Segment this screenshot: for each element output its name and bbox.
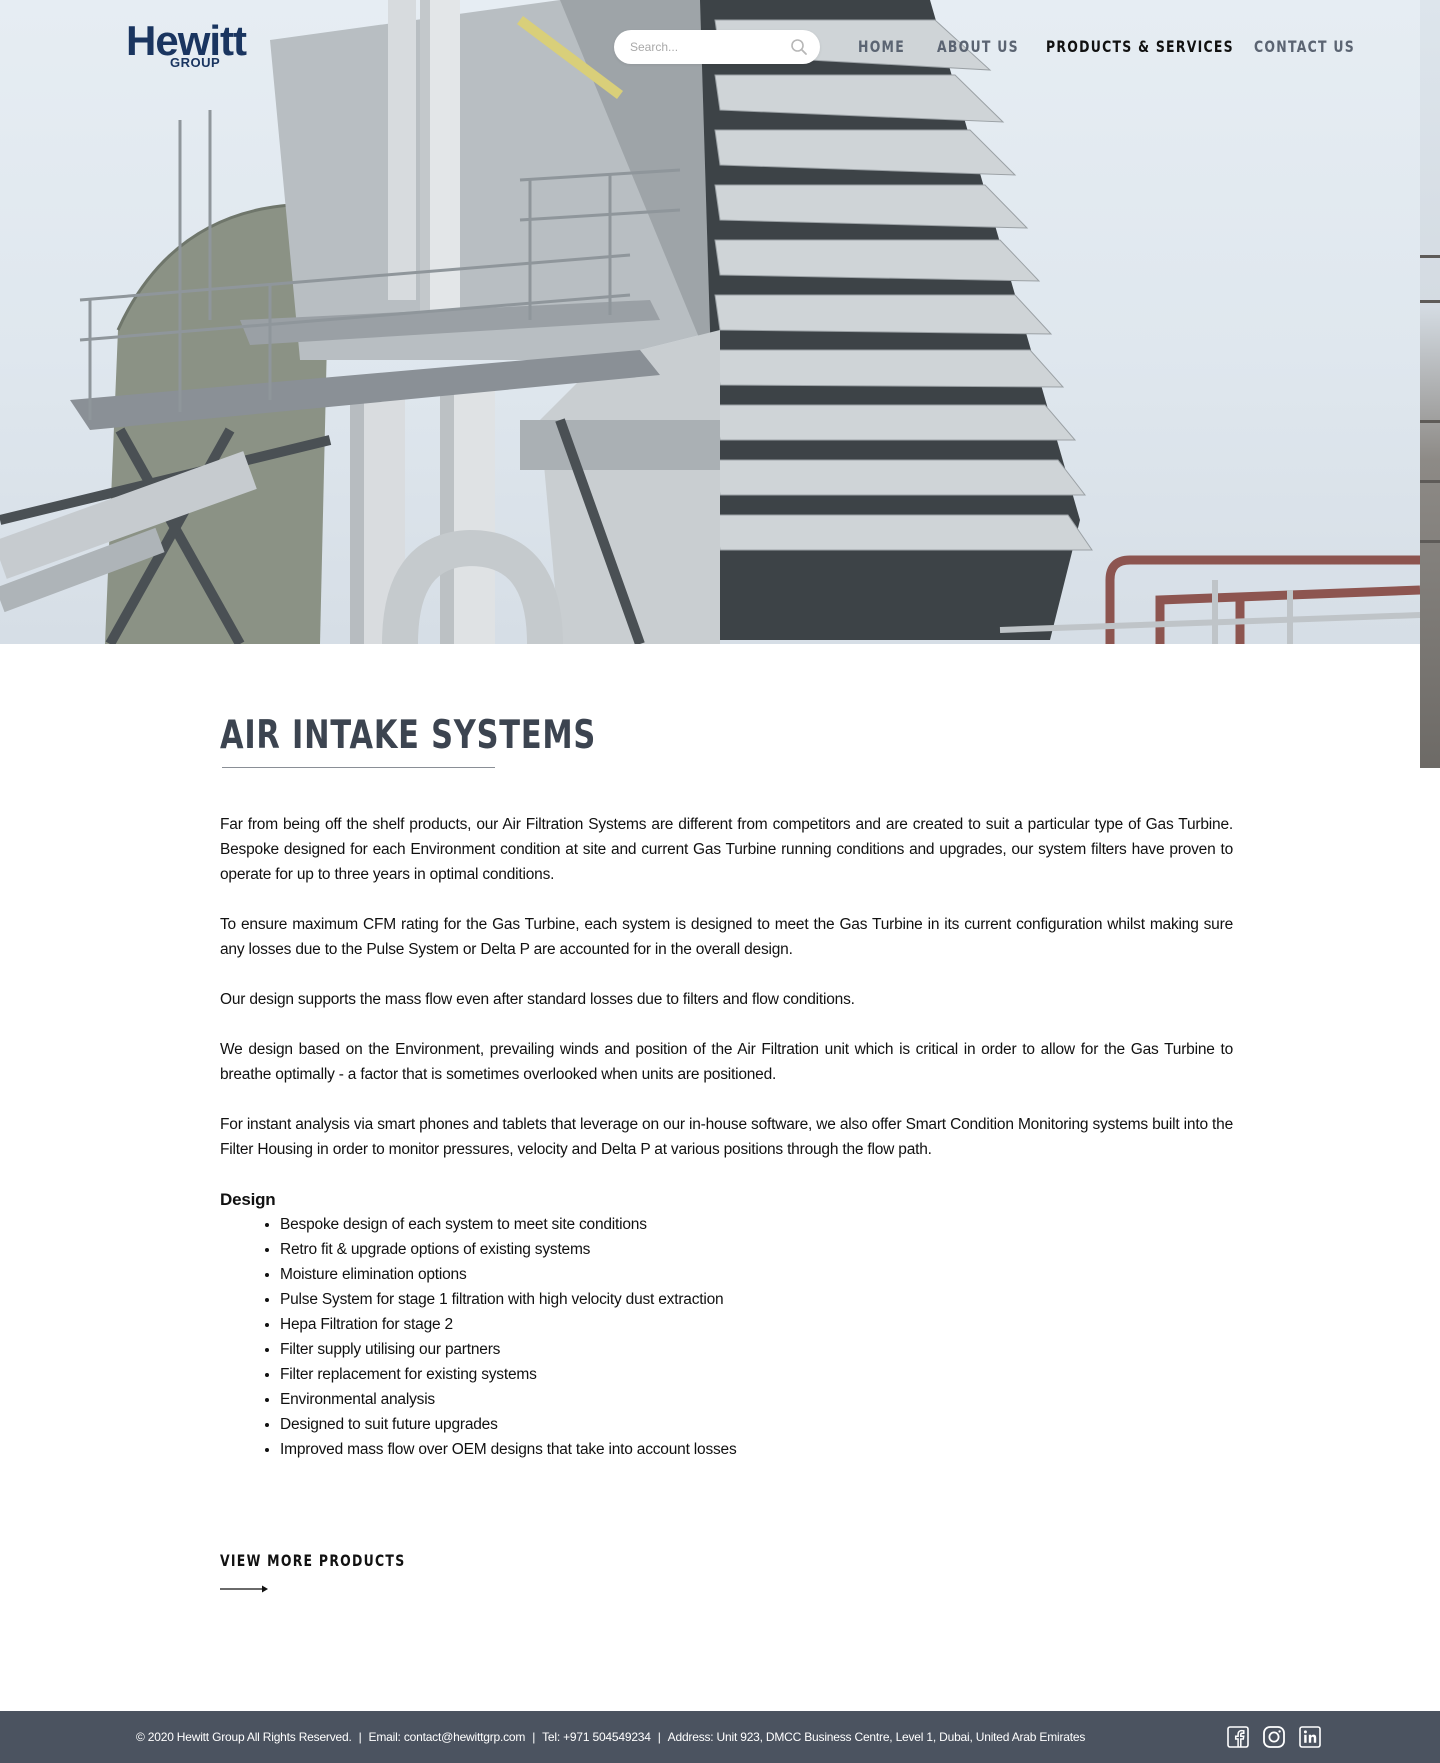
list-item: Hepa Filtration for stage 2: [280, 1312, 1233, 1337]
search-input[interactable]: [630, 37, 780, 57]
search-box: [614, 30, 820, 64]
list-item: Filter replacement for existing systems: [280, 1362, 1233, 1387]
cfm-paragraph: To ensure maximum CFM rating for the Gas…: [220, 916, 1233, 958]
hewitt-group-logo[interactable]: Hewitt GROUP: [126, 20, 266, 72]
footer: © 2020 Hewitt Group All Rights Reserved.…: [0, 1711, 1440, 1763]
list-item: Designed to suit future upgrades: [280, 1412, 1233, 1437]
list-item: Moisture elimination options: [280, 1262, 1233, 1287]
footer-email[interactable]: Email: contact@hewittgrp.com: [369, 1730, 526, 1744]
mass-flow-paragraph: Our design supports the mass flow even a…: [220, 991, 855, 1008]
nav-contact-us[interactable]: CONTACT US: [1254, 34, 1355, 60]
footer-separator: |: [657, 1730, 661, 1744]
hero-image: [0, 0, 1420, 644]
logo-subtitle: GROUP: [170, 55, 221, 70]
footer-tel[interactable]: Tel: +971 504549234: [542, 1730, 651, 1744]
list-item: Filter supply utilising our partners: [280, 1337, 1233, 1362]
copyright-text: © 2020 Hewitt Group All Rights Reserved.: [136, 1730, 352, 1744]
facebook-icon[interactable]: [1227, 1726, 1249, 1748]
hero-side-strip: [1420, 0, 1440, 768]
design-heading: Design: [220, 1190, 276, 1209]
instagram-icon[interactable]: [1263, 1726, 1285, 1748]
search-icon[interactable]: [790, 38, 808, 56]
nav-products-services[interactable]: PRODUCTS & SERVICES: [1046, 34, 1234, 60]
air-intake-illustration: [0, 0, 1420, 644]
footer-info: © 2020 Hewitt Group All Rights Reserved.…: [136, 1711, 1085, 1763]
list-item: Retro fit & upgrade options of existing …: [280, 1237, 1233, 1262]
nav-about-us[interactable]: ABOUT US: [937, 34, 1019, 60]
list-item: Improved mass flow over OEM designs that…: [280, 1437, 1233, 1462]
list-item: Bespoke design of each system to meet si…: [280, 1212, 1233, 1237]
linkedin-icon[interactable]: [1299, 1726, 1321, 1748]
list-item: Environmental analysis: [280, 1387, 1233, 1412]
main-content: Far from being off the shelf products, o…: [220, 812, 1233, 1462]
intro-paragraph: Far from being off the shelf products, o…: [220, 816, 1233, 883]
monitoring-paragraph: For instant analysis via smart phones an…: [220, 1116, 1233, 1158]
footer-address: Address: Unit 923, DMCC Business Centre,…: [667, 1730, 1086, 1744]
page-title: AIR INTAKE SYSTEMS: [220, 713, 597, 758]
arrow-right-icon[interactable]: [220, 1583, 268, 1595]
footer-separator: |: [358, 1730, 362, 1744]
environment-paragraph: We design based on the Environment, prev…: [220, 1041, 1233, 1083]
design-list: Bespoke design of each system to meet si…: [220, 1212, 1233, 1462]
nav-home[interactable]: HOME: [858, 34, 905, 60]
footer-separator: |: [532, 1730, 536, 1744]
view-more-products-link[interactable]: VIEW MORE PRODUCTS: [220, 1549, 405, 1573]
list-item: Pulse System for stage 1 filtration with…: [280, 1287, 1233, 1312]
title-divider: [222, 767, 495, 768]
